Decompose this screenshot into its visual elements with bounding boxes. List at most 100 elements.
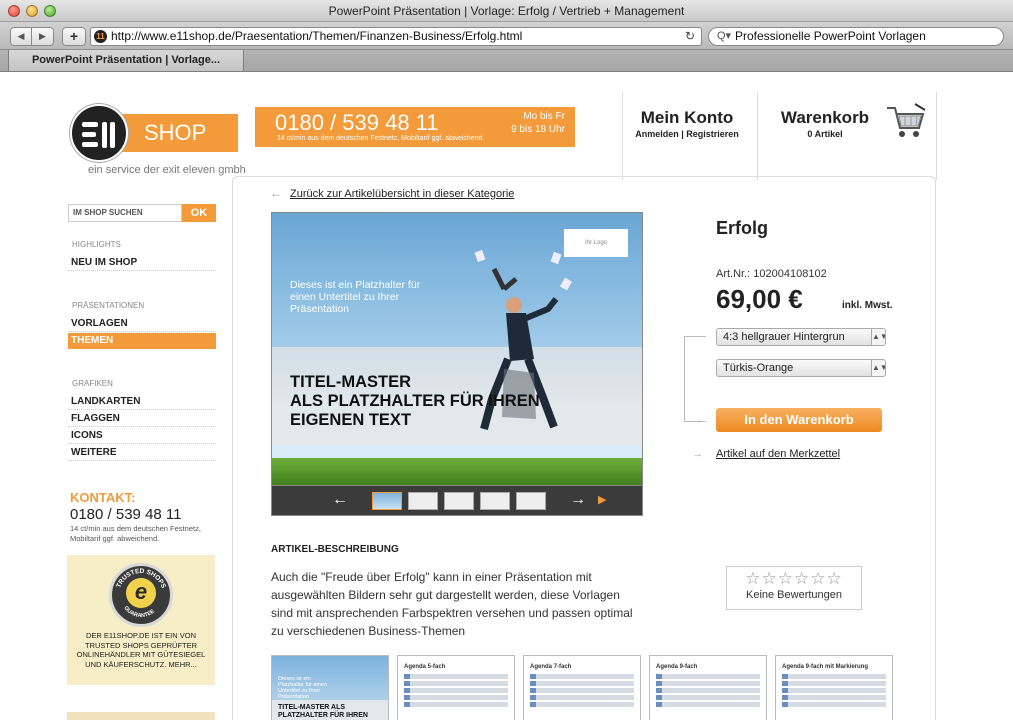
- cart-title[interactable]: Warenkorb: [770, 108, 880, 128]
- preview-title: Agenda 9-fach mit Markierung: [782, 664, 869, 670]
- contact-note: 14 ct/min aus dem deutschen Festnetz, Mo…: [70, 524, 201, 543]
- cart-box[interactable]: Warenkorb 0 Artikel: [770, 108, 880, 139]
- slide-preview[interactable]: Agenda 9-fach: [649, 655, 767, 720]
- slide-grass: [272, 458, 642, 485]
- sidebar-item-landkarten[interactable]: LANDKARTEN: [68, 394, 216, 410]
- shop-search-input[interactable]: IM SHOP SUCHEN: [68, 204, 182, 222]
- shopping-cart-icon[interactable]: [885, 102, 927, 142]
- browser-toolbar: ◀ ▶ + 11 http://www.e11shop.de/Praesenta…: [0, 22, 1013, 50]
- phone-note: 14 ct/min aus dem deutschen Festnetz, Mo…: [277, 135, 485, 142]
- sidebar-item-neu-im-shop[interactable]: NEU IM SHOP: [68, 255, 216, 271]
- tab-current[interactable]: PowerPoint Präsentation | Vorlage...: [8, 50, 244, 72]
- contact-phone: 0180 / 539 48 11: [70, 506, 182, 523]
- preview-title: TITEL-MASTER ALS PLATZHALTER FÜR IHREN: [272, 700, 388, 720]
- search-icon: Q▾: [717, 30, 732, 42]
- sidebar-item-themen[interactable]: THEMEN: [68, 333, 216, 349]
- tab-strip: PowerPoint Präsentation | Vorlage...: [0, 50, 1013, 72]
- slide-title: TITEL-MASTER ALS PLATZHALTER FÜR IHREN E…: [290, 373, 630, 430]
- price-tax-note: inkl. Mwst.: [842, 300, 893, 311]
- thumbnail-strip: ← → ▶: [271, 486, 643, 516]
- plus-icon: +: [69, 28, 79, 44]
- phone-hours-time: 9 bis 18 Uhr: [511, 124, 565, 135]
- next-thumbnail-arrow-icon[interactable]: →: [570, 491, 586, 509]
- minimize-window-button[interactable]: [26, 5, 38, 17]
- tagline: ein service der exit eleven gmbh: [88, 164, 246, 176]
- svg-text:GUARANTEE: GUARANTEE: [122, 605, 156, 619]
- rating-stars-icon: ☆☆☆☆☆☆: [745, 569, 843, 588]
- product-image[interactable]: Ihr Logo Dieses ist ein Platzhalter für …: [271, 212, 643, 486]
- back-arrow-icon: ◀: [17, 31, 25, 41]
- account-title[interactable]: Mein Konto: [622, 108, 752, 128]
- select-arrows-icon: ▲▼: [871, 329, 885, 345]
- back-to-category-link[interactable]: Zurück zur Artikelübersicht in dieser Ka…: [270, 188, 514, 200]
- thumbnail[interactable]: [480, 492, 510, 510]
- slide-subtitle: Dieses ist ein Platzhalter für einen Unt…: [290, 279, 421, 315]
- thumbnail[interactable]: [408, 492, 438, 510]
- close-window-button[interactable]: [8, 5, 20, 17]
- sidebar-heading-praesentationen: PRÄSENTATIONEN: [72, 301, 145, 310]
- add-bookmark-button[interactable]: +: [62, 27, 86, 46]
- slide-preview[interactable]: Agenda 7-fach: [523, 655, 641, 720]
- slide-preview[interactable]: Agenda 9-fach mit Markierung: [775, 655, 893, 720]
- sidebar-item-flaggen[interactable]: FLAGGEN: [68, 411, 216, 427]
- window-title: PowerPoint Präsentation | Vorlage: Erfol…: [328, 4, 685, 18]
- search-field[interactable]: Q▾ Professionelle PowerPoint Vorlagen: [708, 27, 1004, 46]
- shop-logo[interactable]: SHOP: [70, 104, 238, 164]
- slide-title-line: EIGENEN TEXT: [290, 411, 412, 429]
- preview-subtitle: Dieses ist ein Platzhalter für einen Unt…: [278, 676, 327, 700]
- slide-title-line: TITEL-MASTER: [290, 373, 411, 391]
- thumbnail[interactable]: [516, 492, 546, 510]
- cart-count: 0 Artikel: [807, 129, 843, 139]
- sidebar-item-vorlagen[interactable]: VORLAGEN: [68, 316, 216, 332]
- trusted-shops-badge[interactable]: e TRUSTED SHOPS GUARANTEE DER E11SHOP.DE…: [67, 555, 215, 685]
- arrow-right-icon: →: [692, 448, 703, 460]
- product-title: Erfolg: [716, 218, 768, 238]
- rating-box[interactable]: ☆☆☆☆☆☆ Keine Bewertungen: [726, 566, 862, 610]
- logo-e11-icon: [70, 104, 128, 162]
- account-box[interactable]: Mein Konto Anmelden | Registrieren: [622, 108, 752, 139]
- slide-preview[interactable]: Agenda 5-fach: [397, 655, 515, 720]
- thumbnail[interactable]: [444, 492, 474, 510]
- background-option-select[interactable]: 4:3 hellgrauer Hintergrun ▲▼: [716, 328, 886, 346]
- slide-preview[interactable]: Dieses ist ein Platzhalter für einen Unt…: [271, 655, 389, 720]
- background-option-value: 4:3 hellgrauer Hintergrun: [723, 331, 845, 343]
- sidebar-item-icons[interactable]: ICONS: [68, 428, 216, 444]
- prev-thumbnail-arrow-icon[interactable]: ←: [332, 491, 348, 509]
- address-bar[interactable]: 11 http://www.e11shop.de/Praesentation/T…: [90, 27, 702, 46]
- sidebar-item-weitere[interactable]: WEITERE: [68, 445, 216, 461]
- description-heading: ARTIKEL-BESCHREIBUNG: [271, 544, 399, 555]
- account-links[interactable]: Anmelden | Registrieren: [622, 129, 752, 139]
- window-titlebar: PowerPoint Präsentation | Vorlage: Erfol…: [0, 0, 1013, 22]
- address-url: http://www.e11shop.de/Praesentation/Them…: [111, 29, 523, 43]
- search-field-value: Professionelle PowerPoint Vorlagen: [735, 29, 926, 43]
- thumbnail[interactable]: [372, 492, 402, 510]
- contact-title: KONTAKT:: [70, 490, 136, 505]
- zoom-window-button[interactable]: [44, 5, 56, 17]
- back-button[interactable]: ◀: [10, 27, 32, 46]
- header-divider: [936, 92, 937, 180]
- secondary-badge[interactable]: [67, 712, 215, 720]
- sidebar-heading-highlights: HIGHLIGHTS: [72, 240, 121, 249]
- trusted-shops-text[interactable]: DER E11SHOP.DE IST EIN VON TRUSTED SHOPS…: [71, 631, 211, 669]
- play-icon[interactable]: ▶: [598, 493, 606, 506]
- color-option-value: Türkis-Orange: [723, 362, 794, 374]
- add-to-watchlist-link[interactable]: Artikel auf den Merkzettel: [716, 448, 840, 460]
- add-to-cart-button[interactable]: In den Warenkorb: [716, 408, 882, 432]
- header-divider: [757, 92, 758, 180]
- reload-icon[interactable]: ↻: [685, 28, 695, 45]
- options-bracket: [684, 336, 706, 422]
- logo-shop-label: SHOP: [116, 114, 238, 152]
- forward-button[interactable]: ▶: [32, 27, 54, 46]
- sidebar-heading-grafiken: GRAFIKEN: [72, 379, 113, 388]
- arrow-right-icon: →: [692, 414, 703, 426]
- color-option-select[interactable]: Türkis-Orange ▲▼: [716, 359, 886, 377]
- preview-title: Agenda 5-fach: [404, 664, 446, 670]
- web-page: SHOP ein service der exit eleven gmbh 01…: [0, 72, 1013, 720]
- forward-arrow-icon: ▶: [39, 31, 46, 41]
- site-favicon-icon: 11: [94, 30, 107, 43]
- preview-title: Agenda 7-fach: [530, 664, 572, 670]
- select-arrows-icon: ▲▼: [871, 360, 885, 376]
- description-text: Auch die "Freude über Erfolg" kann in ei…: [271, 570, 633, 638]
- seal-top-text: TRUSTED SHOPS: [115, 568, 167, 590]
- shop-search-ok-button[interactable]: OK: [182, 204, 216, 222]
